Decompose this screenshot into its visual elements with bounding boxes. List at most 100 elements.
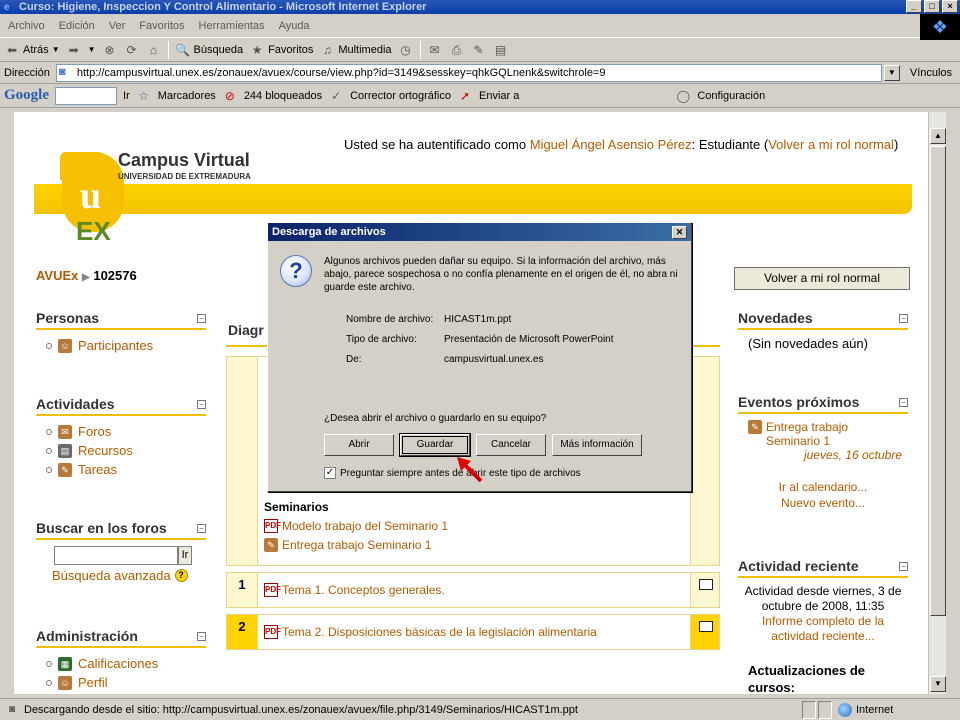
search-label: Búsqueda	[193, 43, 244, 56]
file-name-label: Nombre de archivo:	[346, 313, 434, 325]
window-title-bar: e Curso: Higiene, Inspeccion Y Control A…	[0, 0, 960, 14]
show-only-topic-icon[interactable]	[699, 579, 713, 590]
forward-button[interactable]: ➡	[66, 42, 82, 58]
edit-icon[interactable]: ✎	[471, 42, 487, 58]
sidebar-item-calificaciones[interactable]: ▦ Calificaciones	[46, 654, 206, 673]
assignment-icon: ✎	[264, 538, 278, 552]
menu-herramientas[interactable]: Herramientas	[199, 20, 265, 32]
mail-icon[interactable]: ✉	[427, 42, 443, 58]
back-to-role-button[interactable]: Volver a mi rol normal	[734, 267, 910, 290]
collapse-icon[interactable]: −	[197, 399, 206, 409]
topic-1-link[interactable]: PDF Tema 1. Conceptos generales.	[264, 583, 445, 597]
address-bar: Dirección ◙ http://campusvirtual.unex.es…	[0, 62, 960, 84]
topic-section-1-content: PDF Tema 1. Conceptos generales.	[257, 573, 691, 607]
sidebar-item-participantes[interactable]: ☺ Participantes	[46, 336, 206, 355]
always-ask-row: ✓ Preguntar siempre antes de abrir este …	[324, 467, 581, 479]
star-icon: ☆	[138, 88, 150, 103]
favorites-button[interactable]: ★ Favoritos	[249, 42, 314, 58]
cancel-button[interactable]: Cancelar	[476, 434, 546, 456]
user-name-link[interactable]: Miguel Ángel Asensio Pérez	[530, 137, 692, 152]
forum-search-go-button[interactable]: Ir	[178, 546, 192, 565]
login-suffix: )	[893, 137, 899, 152]
back-dropdown-icon[interactable]: ▼	[52, 45, 60, 54]
address-url: http://campusvirtual.unex.es/zonauex/avu…	[76, 66, 606, 79]
spellcheck-menu[interactable]: Corrector ortográfico	[350, 90, 451, 102]
security-zone: Internet	[838, 702, 893, 717]
settings-menu[interactable]: Configuración	[697, 90, 765, 102]
scroll-down-icon[interactable]: ▼	[930, 676, 946, 692]
google-logo: Google	[4, 87, 49, 103]
scroll-thumb[interactable]	[930, 146, 946, 616]
back-to-role-link[interactable]: Volver a mi rol normal	[768, 137, 894, 152]
sidebar-item-recursos[interactable]: ▤ Recursos	[46, 441, 206, 460]
topic-1-label: Tema 1. Conceptos generales.	[282, 583, 445, 597]
print-icon[interactable]: ⎙	[449, 42, 465, 58]
help-icon[interactable]: ?	[174, 569, 188, 582]
new-event-link[interactable]: Nuevo evento...	[738, 496, 908, 510]
seminar-submit-link[interactable]: ✎ Entrega trabajo Seminario 1	[264, 538, 431, 552]
back-arrow-icon: ⬅	[6, 42, 18, 57]
back-button[interactable]: ⬅ Atrás ▼	[4, 42, 60, 58]
maximize-button[interactable]: □	[924, 0, 940, 13]
block-personas-title: Personas	[36, 310, 100, 326]
collapse-icon[interactable]: −	[899, 313, 908, 323]
search-button[interactable]: 🔍 Búsqueda	[175, 42, 244, 58]
spellcheck-icon: ✓	[331, 88, 342, 103]
window-controls: _ □ ×	[906, 0, 958, 13]
forum-icon: ✉	[58, 424, 72, 439]
event-link[interactable]: Entrega trabajo Seminario 1	[766, 420, 896, 448]
send-to-menu[interactable]: Enviar a	[479, 90, 519, 102]
address-input[interactable]: ◙ http://campusvirtual.unex.es/zonauex/a…	[55, 63, 882, 82]
always-ask-checkbox[interactable]: ✓	[324, 467, 336, 479]
status-text: Descargando desde el sitio: http://campu…	[24, 703, 578, 716]
collapse-icon[interactable]: −	[899, 561, 908, 571]
open-button[interactable]: Abrir	[324, 434, 394, 456]
activity-report-link[interactable]: Informe completo de la actividad recient…	[738, 614, 908, 644]
dialog-title-bar: Descarga de archivos	[268, 223, 691, 241]
menu-favoritos[interactable]: Favoritos	[139, 20, 184, 32]
home-icon[interactable]: ⌂	[146, 42, 162, 58]
multimedia-button[interactable]: ♫ Multimedia	[319, 42, 392, 58]
stop-icon[interactable]: ⊗	[102, 42, 118, 58]
collapse-icon[interactable]: −	[899, 397, 908, 407]
scroll-up-icon[interactable]: ▲	[930, 128, 946, 144]
collapse-icon[interactable]: −	[197, 313, 206, 323]
address-dropdown-icon[interactable]: ▼	[883, 64, 900, 81]
minimize-button[interactable]: _	[906, 0, 922, 13]
dialog-close-button[interactable]: ✕	[672, 226, 687, 239]
topic-2-link[interactable]: PDF Tema 2. Disposiciones básicas de la …	[264, 625, 597, 639]
history-icon[interactable]: ◷	[398, 42, 414, 58]
collapse-icon[interactable]: −	[197, 523, 206, 533]
block-eventos-header: Eventos próximos −	[738, 394, 908, 414]
refresh-icon[interactable]: ⟳	[124, 42, 140, 58]
advanced-search-link[interactable]: Búsqueda avanzada	[52, 568, 171, 583]
menu-ayuda[interactable]: Ayuda	[279, 20, 310, 32]
more-info-button[interactable]: Más información	[552, 434, 642, 456]
forum-search-input[interactable]	[54, 546, 178, 565]
save-button[interactable]: Guardar	[400, 434, 470, 456]
forward-dropdown-icon[interactable]: ▼	[88, 45, 96, 54]
menu-ver[interactable]: Ver	[109, 20, 126, 32]
block-admin-header: Administración −	[36, 628, 206, 648]
discuss-icon[interactable]: ▤	[493, 42, 509, 58]
sidebar-item-tareas[interactable]: ✎ Tareas	[46, 460, 206, 479]
crumb-root[interactable]: AVUEx	[36, 268, 78, 283]
sidebar-item-foros[interactable]: ✉ Foros	[46, 422, 206, 441]
event-date: jueves, 16 octubre	[803, 448, 902, 462]
google-go-button[interactable]: Ir	[123, 90, 130, 102]
popup-blocked-count[interactable]: 244 bloqueados	[244, 90, 322, 102]
menu-archivo[interactable]: Archivo	[8, 20, 45, 32]
page-scrollbar[interactable]: ▲ ▼	[928, 112, 946, 694]
calendar-link[interactable]: Ir al calendario...	[738, 480, 908, 494]
bookmarks-menu[interactable]: Marcadores	[158, 90, 216, 102]
close-window-button[interactable]: ×	[942, 0, 958, 13]
google-search-input[interactable]	[55, 86, 117, 105]
collapse-icon[interactable]: −	[197, 631, 206, 641]
show-only-topic-icon[interactable]	[699, 621, 713, 632]
crumb-course: 102576	[93, 268, 137, 283]
seminar-model-link[interactable]: PDF Modelo trabajo del Seminario 1	[264, 519, 448, 533]
menu-edicion[interactable]: Edición	[59, 20, 95, 32]
links-label[interactable]: Vínculos	[910, 67, 952, 79]
favorites-label: Favoritos	[268, 43, 314, 56]
sidebar-item-perfil[interactable]: ☺ Perfil	[46, 673, 206, 692]
